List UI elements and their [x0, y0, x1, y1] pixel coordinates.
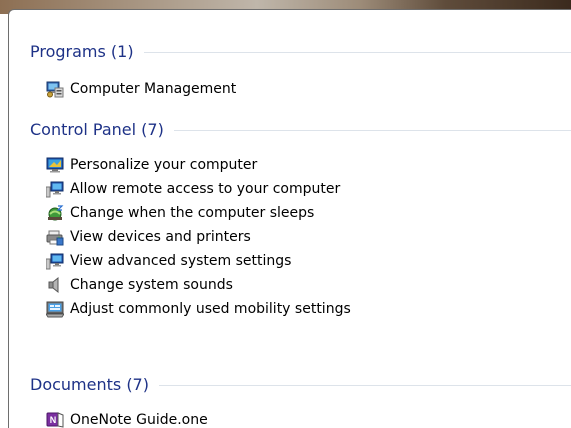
result-mobility-settings[interactable]: Adjust commonly used mobility settings [9, 297, 571, 321]
group-divider [173, 129, 571, 131]
group-programs: Programs (1) [9, 38, 571, 64]
result-label: View advanced system settings [70, 253, 292, 269]
group-programs-items: Computer Management [9, 77, 571, 101]
group-header-documents[interactable]: Documents (7) [9, 371, 571, 397]
result-label: Allow remote access to your computer [70, 181, 341, 197]
result-computer-management[interactable]: Computer Management [9, 77, 571, 101]
result-label: Adjust commonly used mobility settings [70, 301, 351, 317]
group-title-documents[interactable]: Documents (7) [30, 375, 159, 394]
speaker-icon [46, 276, 64, 294]
group-title-control-panel[interactable]: Control Panel (7) [30, 120, 174, 139]
personalize-icon [46, 156, 64, 174]
mobility-center-icon [46, 300, 64, 318]
result-advanced-system[interactable]: View advanced system settings [9, 249, 571, 273]
result-devices-printers[interactable]: View devices and printers [9, 225, 571, 249]
result-computer-sleeps[interactable]: Change when the computer sleeps [9, 201, 571, 225]
result-label: Change when the computer sleeps [70, 205, 315, 221]
group-title-programs[interactable]: Programs (1) [30, 42, 144, 61]
result-label: View devices and printers [70, 229, 251, 245]
group-divider [143, 51, 571, 53]
power-sleep-icon [46, 204, 64, 222]
result-label: OneNote Guide.one [70, 412, 208, 428]
group-control-panel-items: Personalize your computer Allow remote a… [9, 153, 571, 321]
computer-management-icon [46, 80, 64, 98]
devices-printers-icon [46, 228, 64, 246]
group-control-panel: Control Panel (7) [9, 116, 571, 142]
result-system-sounds[interactable]: Change system sounds [9, 273, 571, 297]
remote-access-icon [46, 180, 64, 198]
result-onenote-guide[interactable]: N OneNote Guide.one [9, 408, 571, 428]
search-results-panel: Programs (1) Computer Management Control… [8, 9, 571, 428]
result-label: Personalize your computer [70, 157, 258, 173]
group-header-programs[interactable]: Programs (1) [9, 38, 571, 64]
result-personalize[interactable]: Personalize your computer [9, 153, 571, 177]
system-settings-icon [46, 252, 64, 270]
result-label: Change system sounds [70, 277, 233, 293]
svg-text:N: N [50, 415, 57, 425]
result-label: Computer Management [70, 81, 237, 97]
result-remote-access[interactable]: Allow remote access to your computer [9, 177, 571, 201]
group-header-control-panel[interactable]: Control Panel (7) [9, 116, 571, 142]
group-divider [158, 384, 571, 386]
screenshot-frame: Programs (1) Computer Management Control… [0, 0, 571, 428]
group-documents: Documents (7) [9, 371, 571, 397]
group-documents-items: N OneNote Guide.one [9, 408, 571, 428]
onenote-file-icon: N [46, 411, 64, 428]
